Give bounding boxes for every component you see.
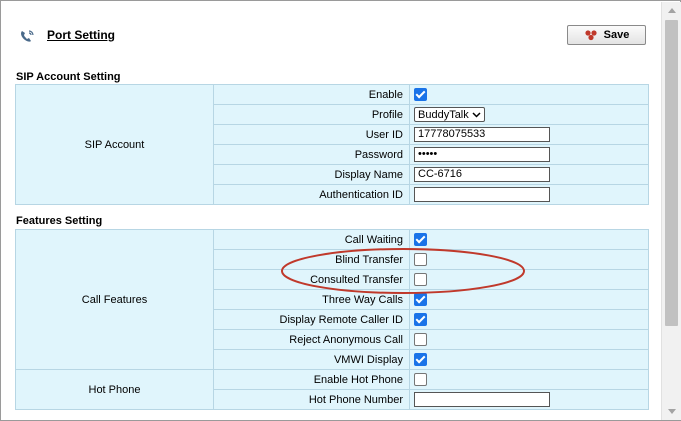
enable-checkbox[interactable] [414, 88, 427, 101]
display-name-label: Display Name [213, 164, 410, 185]
phone-icon [21, 30, 34, 42]
vertical-scrollbar[interactable] [661, 2, 681, 420]
highlight-ellipse [281, 248, 525, 294]
user-id-input[interactable]: 17778075533 [414, 127, 550, 142]
call-waiting-checkbox[interactable] [414, 233, 427, 246]
scroll-down-arrow[interactable] [662, 403, 681, 420]
enable-label: Enable [213, 84, 410, 105]
sip-account-section-title: SIP Account Setting [16, 71, 121, 83]
save-button[interactable]: Save [567, 25, 646, 45]
reject-anonymous-call-checkbox[interactable] [414, 333, 427, 346]
table-row: SIP Account Enable [15, 84, 649, 205]
vmwi-display-label: VMWI Display [213, 349, 410, 370]
save-icon [585, 30, 597, 41]
display-remote-caller-id-checkbox[interactable] [414, 313, 427, 326]
authentication-id-input[interactable] [414, 187, 550, 202]
reject-anonymous-call-label: Reject Anonymous Call [213, 329, 410, 350]
hot-phone-number-label: Hot Phone Number [213, 389, 410, 410]
scrollbar-thumb[interactable] [665, 20, 678, 326]
features-section-title: Features Setting [16, 215, 103, 227]
profile-select[interactable]: BuddyTalk [414, 107, 485, 122]
call-features-group-label: Call Features [15, 229, 214, 370]
scroll-up-arrow[interactable] [662, 2, 681, 19]
enable-hot-phone-checkbox[interactable] [414, 373, 427, 386]
password-label: Password [213, 144, 410, 165]
table-row: Hot Phone Enable Hot Phone [15, 369, 649, 410]
chevron-down-icon [472, 111, 481, 118]
authentication-id-label: Authentication ID [213, 184, 410, 205]
profile-label: Profile [213, 104, 410, 125]
hot-phone-group-label: Hot Phone [15, 369, 214, 410]
hot-phone-number-input[interactable] [414, 392, 550, 407]
display-name-input[interactable]: CC-6716 [414, 167, 550, 182]
port-setting-panel: Port Setting Save SIP Account Setting SI… [0, 0, 681, 421]
profile-select-value: BuddyTalk [418, 108, 469, 121]
password-input[interactable]: ••••• [414, 147, 550, 162]
sip-account-group-label: SIP Account [15, 84, 214, 205]
page-title: Port Setting [47, 28, 115, 42]
sip-account-table: SIP Account Enable Profile BuddyTalk Use… [15, 84, 649, 205]
display-remote-caller-id-label: Display Remote Caller ID [213, 309, 410, 330]
enable-hot-phone-label: Enable Hot Phone [213, 369, 410, 390]
save-button-label: Save [603, 29, 630, 41]
user-id-label: User ID [213, 124, 410, 145]
vmwi-display-checkbox[interactable] [414, 353, 427, 366]
triangle-up-icon [667, 8, 676, 13]
triangle-down-icon [667, 409, 676, 414]
